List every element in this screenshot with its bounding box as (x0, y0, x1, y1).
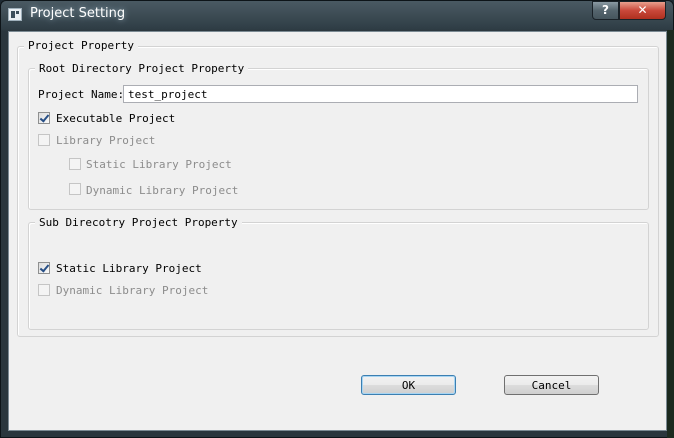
sub-dynamic-library-checkbox[interactable] (38, 284, 50, 296)
sub-static-library-label: Static Library Project (56, 262, 202, 275)
sub-directory-group (28, 222, 649, 330)
root-dynamic-library-checkbox[interactable] (69, 183, 81, 195)
background-strip (667, 30, 674, 438)
title-bar[interactable]: Project Setting ? ✕ (1, 1, 673, 31)
root-static-library-checkbox[interactable] (69, 158, 81, 170)
cancel-button[interactable]: Cancel (504, 375, 599, 395)
help-button[interactable]: ? (592, 1, 619, 20)
executable-project-checkbox[interactable] (38, 112, 50, 124)
root-dynamic-library-label: Dynamic Library Project (86, 184, 239, 197)
project-property-title: Project Property (24, 39, 138, 52)
library-project-checkbox[interactable] (38, 134, 50, 146)
app-icon (8, 8, 22, 21)
sub-static-library-checkbox[interactable] (38, 262, 50, 274)
sub-dynamic-library-label: Dynamic Library Project (56, 284, 209, 297)
ok-button[interactable]: OK (361, 375, 456, 395)
sub-directory-title: Sub Direcotry Project Property (35, 216, 242, 229)
root-static-library-label: Static Library Project (86, 158, 232, 171)
close-button[interactable]: ✕ (619, 1, 666, 20)
project-name-label: Project Name: (38, 88, 125, 101)
library-project-label: Library Project (56, 134, 156, 147)
dialog-client-area: Project Property Root Directory Project … (8, 31, 667, 431)
close-icon: ✕ (637, 3, 648, 17)
root-directory-title: Root Directory Project Property (35, 62, 249, 75)
window-title: Project Setting (30, 6, 126, 21)
executable-project-label: Executable Project (56, 112, 176, 125)
dialog-window: Project Setting ? ✕ Project Property Roo… (0, 0, 674, 438)
project-name-input[interactable] (123, 85, 638, 103)
